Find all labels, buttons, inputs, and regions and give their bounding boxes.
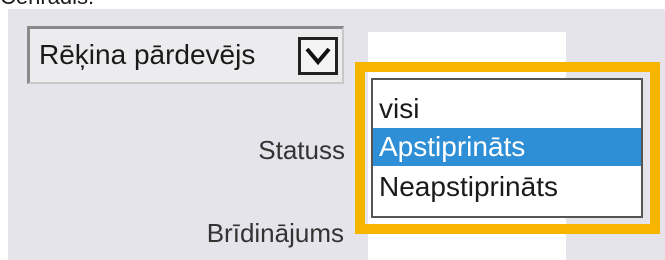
- status-option-all[interactable]: visi: [373, 90, 641, 128]
- status-option-unapproved[interactable]: Neapstiprināts: [373, 168, 641, 206]
- select-arrow-button[interactable]: [298, 37, 338, 75]
- status-dropdown-list[interactable]: visi Apstiprināts Neapstiprināts: [371, 78, 643, 218]
- seller-select-label: Rēķina pārdevējs: [39, 39, 256, 70]
- seller-select[interactable]: Rēķina pārdevējs: [27, 26, 344, 84]
- chevron-down-icon: [305, 47, 331, 66]
- status-option-approved[interactable]: Apstiprināts: [373, 128, 641, 166]
- warning-label: Brīdinājums: [206, 218, 344, 248]
- status-label: Statuss: [258, 135, 345, 165]
